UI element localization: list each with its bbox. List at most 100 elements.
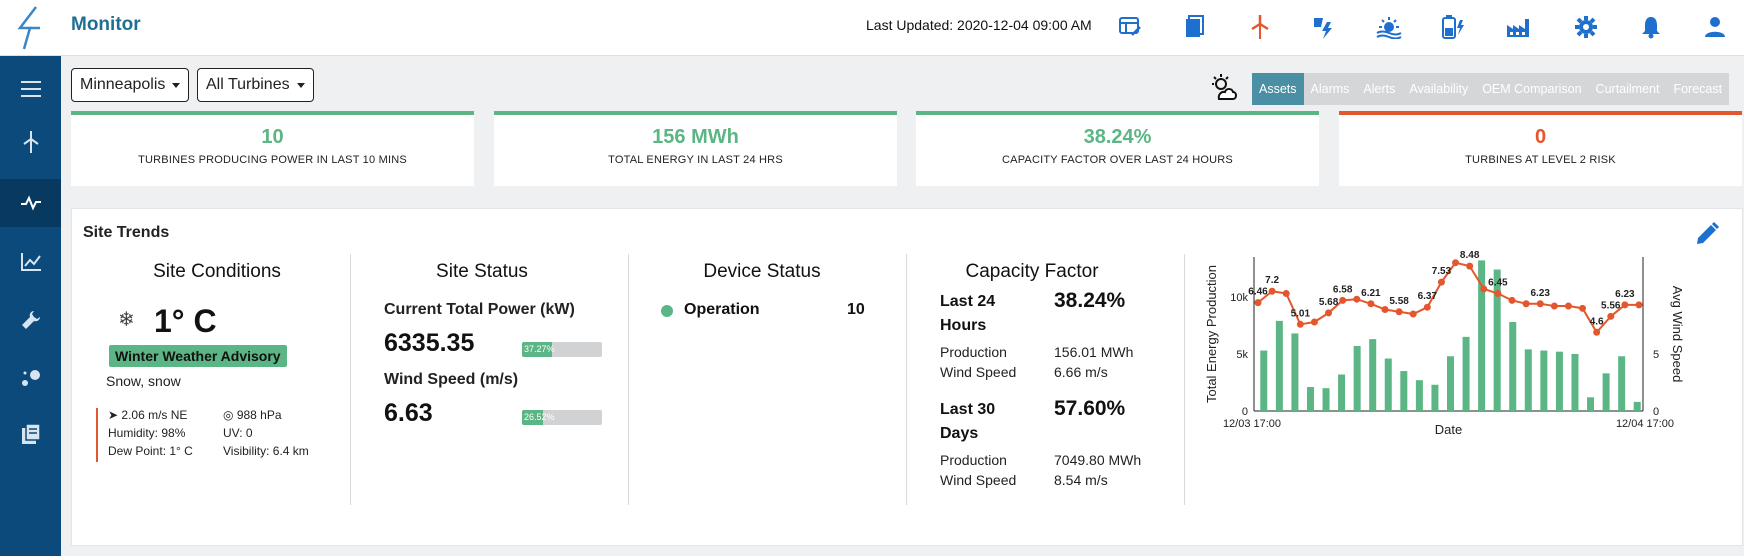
- wrench-icon[interactable]: [0, 296, 61, 344]
- kpi-card-turbines-producing: 10 TURBINES PRODUCING POWER IN LAST 10 M…: [71, 111, 474, 186]
- user-icon[interactable]: [1700, 12, 1730, 42]
- device-status-label: Operation: [684, 301, 760, 318]
- kpi-card-level2-risk: 0 TURBINES AT LEVEL 2 RISK: [1339, 111, 1742, 186]
- cluster-icon[interactable]: [0, 354, 61, 402]
- site-status-title: Site Status: [436, 261, 528, 282]
- y-axis-title: Total Energy Production: [1204, 265, 1219, 403]
- energy-bar: [1571, 353, 1579, 411]
- wind-turbine-icon[interactable]: [1245, 12, 1275, 42]
- kpi-label: TURBINES PRODUCING POWER IN LAST 10 MINS: [138, 154, 407, 166]
- tab-alerts[interactable]: Alerts: [1356, 73, 1402, 105]
- tab-assets[interactable]: Assets: [1252, 73, 1304, 105]
- wind-data-label: 6.21: [1361, 288, 1381, 299]
- section-divider: [350, 254, 351, 505]
- tab-curtailment[interactable]: Curtailment: [1589, 73, 1667, 105]
- location-dropdown[interactable]: Minneapolis: [71, 68, 190, 102]
- energy-bar: [1509, 322, 1517, 411]
- document-icon[interactable]: [1180, 12, 1210, 42]
- energy-bar: [1587, 397, 1595, 411]
- menu-icon[interactable]: [0, 65, 61, 113]
- power-progress-text: 37.27%: [524, 344, 555, 354]
- kpi-label: TURBINES AT LEVEL 2 RISK: [1465, 154, 1616, 166]
- wind-speed-point: [1437, 278, 1445, 286]
- energy-bar: [1602, 373, 1610, 411]
- wind-data-label: 5.01: [1291, 308, 1311, 319]
- caret-down-icon: [296, 82, 305, 88]
- section-divider: [906, 254, 907, 505]
- period-24h-wind: 6.66 m/s: [1054, 364, 1108, 380]
- wind-data-label: 5.58: [1389, 296, 1409, 307]
- period-24h-label-line1: Last 24: [940, 293, 996, 310]
- turbine-icon[interactable]: [0, 118, 61, 166]
- logo-icon: [17, 6, 40, 50]
- energy-bar: [1322, 388, 1330, 411]
- period-24h-production: 156.01 MWh: [1054, 344, 1134, 360]
- wind-value: 2.06 m/s NE: [121, 408, 188, 422]
- trend-chart-icon[interactable]: [0, 238, 61, 286]
- kpi-value: 0: [1534, 126, 1547, 148]
- pulse-icon[interactable]: [0, 179, 61, 227]
- weather-cloud-sun-icon[interactable]: [1209, 73, 1239, 103]
- wind-speed-point: [1607, 312, 1615, 320]
- y-tick-label: 5k: [1236, 349, 1248, 361]
- wind-speed-point: [1353, 295, 1361, 303]
- wind-speed-point: [1522, 300, 1530, 308]
- wind-speed-point: [1395, 308, 1403, 316]
- kpi-card-total-energy: 156 MWh TOTAL ENERGY IN LAST 24 HRS: [494, 111, 897, 186]
- power-progress-bar: 37.27%: [522, 342, 602, 357]
- dashboard-icon[interactable]: [1115, 12, 1145, 42]
- energy-bar: [1291, 333, 1299, 411]
- visibility: Visibility: 6.4 km: [223, 444, 309, 458]
- tab-availability[interactable]: Availability: [1402, 73, 1475, 105]
- bell-icon[interactable]: [1636, 12, 1666, 42]
- tab-alarms[interactable]: Alarms: [1304, 73, 1357, 105]
- navigation-arrow-icon: ➤: [108, 408, 119, 422]
- wind-data-label: 5.56: [1601, 300, 1621, 311]
- y2-tick-label: 0: [1653, 406, 1659, 418]
- caret-down-icon: [172, 82, 181, 88]
- wind-speed-point: [1480, 285, 1488, 293]
- wind-data-label: 6.45: [1488, 278, 1508, 289]
- energy-bar: [1353, 345, 1361, 411]
- factory-icon[interactable]: [1503, 12, 1533, 42]
- wind-speed-point: [1367, 300, 1375, 308]
- temperature: 1° C: [154, 303, 217, 339]
- period-30d-label-line2: Days: [940, 425, 979, 442]
- wind-data-label: 8.48: [1460, 250, 1480, 261]
- wind-speed-point: [1621, 301, 1629, 309]
- period-30d-label-line1: Last 30: [940, 401, 996, 418]
- power-icon[interactable]: [1309, 12, 1339, 42]
- sunset-icon[interactable]: [1374, 12, 1404, 42]
- tab-oem-comparison[interactable]: OEM Comparison: [1475, 73, 1588, 105]
- period-24h-production-label: Production: [940, 344, 1007, 360]
- energy-bar: [1431, 384, 1439, 411]
- status-dot: [661, 305, 673, 317]
- wind-speed-point: [1635, 301, 1643, 309]
- site-conditions-title: Site Conditions: [153, 261, 281, 282]
- wind-speed-point: [1310, 318, 1318, 326]
- kpi-card-capacity-factor: 38.24% CAPACITY FACTOR OVER LAST 24 HOUR…: [916, 111, 1319, 186]
- view-tabs: Assets Alarms Alerts Availability OEM Co…: [1252, 73, 1730, 105]
- tab-forecast[interactable]: Forecast: [1666, 73, 1729, 105]
- humidity: Humidity: 98%: [108, 426, 186, 440]
- kpi-label: TOTAL ENERGY IN LAST 24 HRS: [608, 154, 783, 166]
- period-30d-wind-label: Wind Speed: [940, 472, 1017, 488]
- library-icon[interactable]: [0, 410, 61, 458]
- wind-data-label: 4.6: [1590, 316, 1604, 327]
- current-power-label: Current Total Power (kW): [384, 301, 575, 318]
- energy-bar: [1260, 350, 1268, 411]
- energy-bar: [1540, 350, 1548, 411]
- settings-icon[interactable]: [1571, 12, 1601, 42]
- location-dropdown-label: Minneapolis: [80, 76, 166, 93]
- capacity-factor-title: Capacity Factor: [965, 261, 1099, 282]
- energy-bar: [1384, 358, 1392, 411]
- wind-reading: ➤ 2.06 m/s NE: [108, 408, 187, 422]
- turbines-dropdown[interactable]: All Turbines: [197, 68, 314, 102]
- wind-data-label: 7.2: [1265, 275, 1279, 286]
- energy-bar: [1415, 380, 1423, 411]
- wind-progress-text: 26.52%: [524, 412, 555, 422]
- battery-icon[interactable]: [1438, 12, 1468, 42]
- dew-point: Dew Point: 1° C: [108, 444, 193, 458]
- uv-index: UV: 0: [223, 426, 253, 440]
- wind-speed-point: [1325, 309, 1333, 317]
